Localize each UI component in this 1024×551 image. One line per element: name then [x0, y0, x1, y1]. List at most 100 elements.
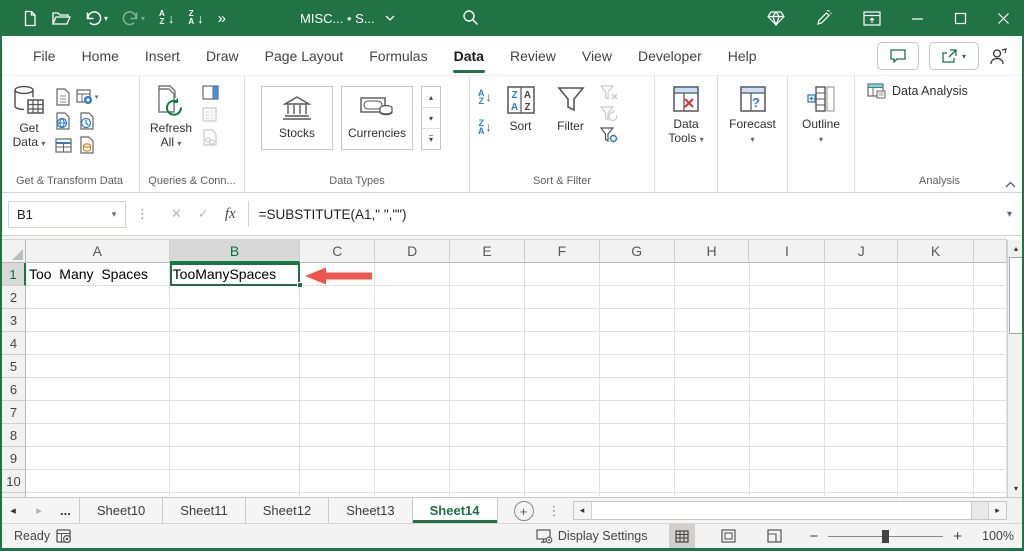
cell-k10[interactable]	[898, 470, 974, 493]
cell-d7[interactable]	[375, 401, 450, 424]
column-header-c[interactable]: C	[300, 240, 375, 263]
from-sheet-icon[interactable]	[55, 138, 72, 153]
row-header-9[interactable]: 9	[2, 447, 26, 470]
cell-j2[interactable]	[825, 286, 898, 309]
cell-j1[interactable]	[825, 263, 898, 286]
display-settings-button[interactable]: Display Settings	[536, 529, 670, 544]
cell-b5[interactable]	[170, 355, 301, 378]
cell-c9[interactable]	[300, 447, 375, 470]
tab-review[interactable]: Review	[497, 36, 569, 76]
sort-ascending-button[interactable]: AZ ↓	[159, 10, 174, 26]
cell-g4[interactable]	[600, 332, 675, 355]
data-tools-button[interactable]: Data Tools ▾	[662, 83, 709, 149]
row-header-8[interactable]: 8	[2, 424, 26, 447]
editor-pen-icon[interactable]	[815, 9, 833, 27]
minimize-button[interactable]	[911, 12, 924, 25]
sort-a-to-z-button[interactable]: AZ↓	[478, 89, 492, 105]
premium-diamond-icon[interactable]	[767, 11, 785, 26]
cell-i7[interactable]	[750, 401, 826, 424]
existing-connections-icon[interactable]	[79, 136, 95, 154]
cell-c6[interactable]	[300, 378, 375, 401]
sheet-tab-sheet11[interactable]: Sheet11	[163, 498, 245, 523]
horizontal-scrollbar-thumb[interactable]	[592, 502, 973, 519]
column-header-a[interactable]: A	[26, 240, 170, 263]
cell-e6[interactable]	[450, 378, 525, 401]
cell-k9[interactable]	[898, 447, 974, 470]
cell-d2[interactable]	[375, 286, 450, 309]
cell-f1[interactable]	[525, 263, 600, 286]
tab-draw[interactable]: Draw	[193, 36, 252, 76]
cell-partial-8[interactable]	[974, 424, 1007, 447]
cell-f10[interactable]	[525, 470, 600, 493]
cell-j7[interactable]	[825, 401, 898, 424]
cell-a10[interactable]	[26, 470, 170, 493]
cell-d10[interactable]	[375, 470, 450, 493]
cell-i10[interactable]	[750, 470, 826, 493]
cell-j3[interactable]	[825, 309, 898, 332]
cell-d9[interactable]	[375, 447, 450, 470]
cell-partial-7[interactable]	[974, 401, 1007, 424]
cell-b4[interactable]	[170, 332, 301, 355]
cell-a9[interactable]	[26, 447, 170, 470]
cell-e9[interactable]	[450, 447, 525, 470]
tab-help[interactable]: Help	[715, 36, 770, 76]
row-header-6[interactable]: 6	[2, 378, 26, 401]
currencies-data-type-card[interactable]: Currencies	[341, 86, 413, 150]
cell-i9[interactable]	[750, 447, 826, 470]
cell-g10[interactable]	[600, 470, 675, 493]
cell-f6[interactable]	[525, 378, 600, 401]
cell-h8[interactable]	[675, 424, 750, 447]
cell-d6[interactable]	[375, 378, 450, 401]
cell-i1[interactable]	[750, 263, 826, 286]
row-header-5[interactable]: 5	[2, 355, 26, 378]
sheet-nav-right-icon[interactable]: ▸	[26, 498, 52, 523]
cell-e2[interactable]	[450, 286, 525, 309]
cell-partial-6[interactable]	[974, 378, 1007, 401]
cell-b7[interactable]	[170, 401, 301, 424]
zoom-level[interactable]: 100%	[972, 529, 1014, 543]
cell-k2[interactable]	[898, 286, 974, 309]
gallery-scroll-down-button[interactable]: ▾	[422, 108, 440, 129]
zoom-out-button[interactable]: −	[809, 528, 818, 545]
macro-recording-icon[interactable]	[56, 529, 73, 544]
cell-f7[interactable]	[525, 401, 600, 424]
cell-i4[interactable]	[750, 332, 826, 355]
gallery-more-button[interactable]: ▾	[422, 129, 440, 149]
cell-i3[interactable]	[750, 309, 826, 332]
cell-d4[interactable]	[375, 332, 450, 355]
cell-f4[interactable]	[525, 332, 600, 355]
row-header-1[interactable]: 1	[2, 263, 26, 286]
cell-a2[interactable]	[26, 286, 170, 309]
tab-formulas[interactable]: Formulas	[356, 36, 440, 76]
vertical-scrollbar-thumb[interactable]	[1009, 257, 1023, 334]
gallery-scroll-up-button[interactable]: ▴	[422, 87, 440, 108]
formula-bar-drag-handle[interactable]: ⋮	[136, 206, 149, 222]
cell-a3[interactable]	[26, 309, 170, 332]
normal-view-button[interactable]	[669, 524, 695, 549]
tab-page-layout[interactable]: Page Layout	[252, 36, 357, 76]
search-icon[interactable]	[462, 9, 479, 26]
column-header-h[interactable]: H	[675, 240, 750, 263]
cell-g6[interactable]	[600, 378, 675, 401]
cell-c10[interactable]	[300, 470, 375, 493]
cell-h9[interactable]	[675, 447, 750, 470]
cell-c8[interactable]	[300, 424, 375, 447]
zoom-in-button[interactable]: +	[953, 528, 962, 545]
cell-h10[interactable]	[675, 470, 750, 493]
cell-c4[interactable]	[300, 332, 375, 355]
cell-a8[interactable]	[26, 424, 170, 447]
maximize-button[interactable]	[954, 12, 967, 25]
cell-g5[interactable]	[600, 355, 675, 378]
cell-k8[interactable]	[898, 424, 974, 447]
fill-handle[interactable]	[297, 282, 303, 288]
cell-f8[interactable]	[525, 424, 600, 447]
column-header-f[interactable]: F	[525, 240, 600, 263]
cell-c3[interactable]	[300, 309, 375, 332]
cell-partial-9[interactable]	[974, 447, 1007, 470]
row-header-4[interactable]: 4	[2, 332, 26, 355]
cell-k6[interactable]	[898, 378, 974, 401]
tab-view[interactable]: View	[569, 36, 625, 76]
cell-c7[interactable]	[300, 401, 375, 424]
cell-b2[interactable]	[170, 286, 301, 309]
column-header-b[interactable]: B	[170, 240, 301, 263]
